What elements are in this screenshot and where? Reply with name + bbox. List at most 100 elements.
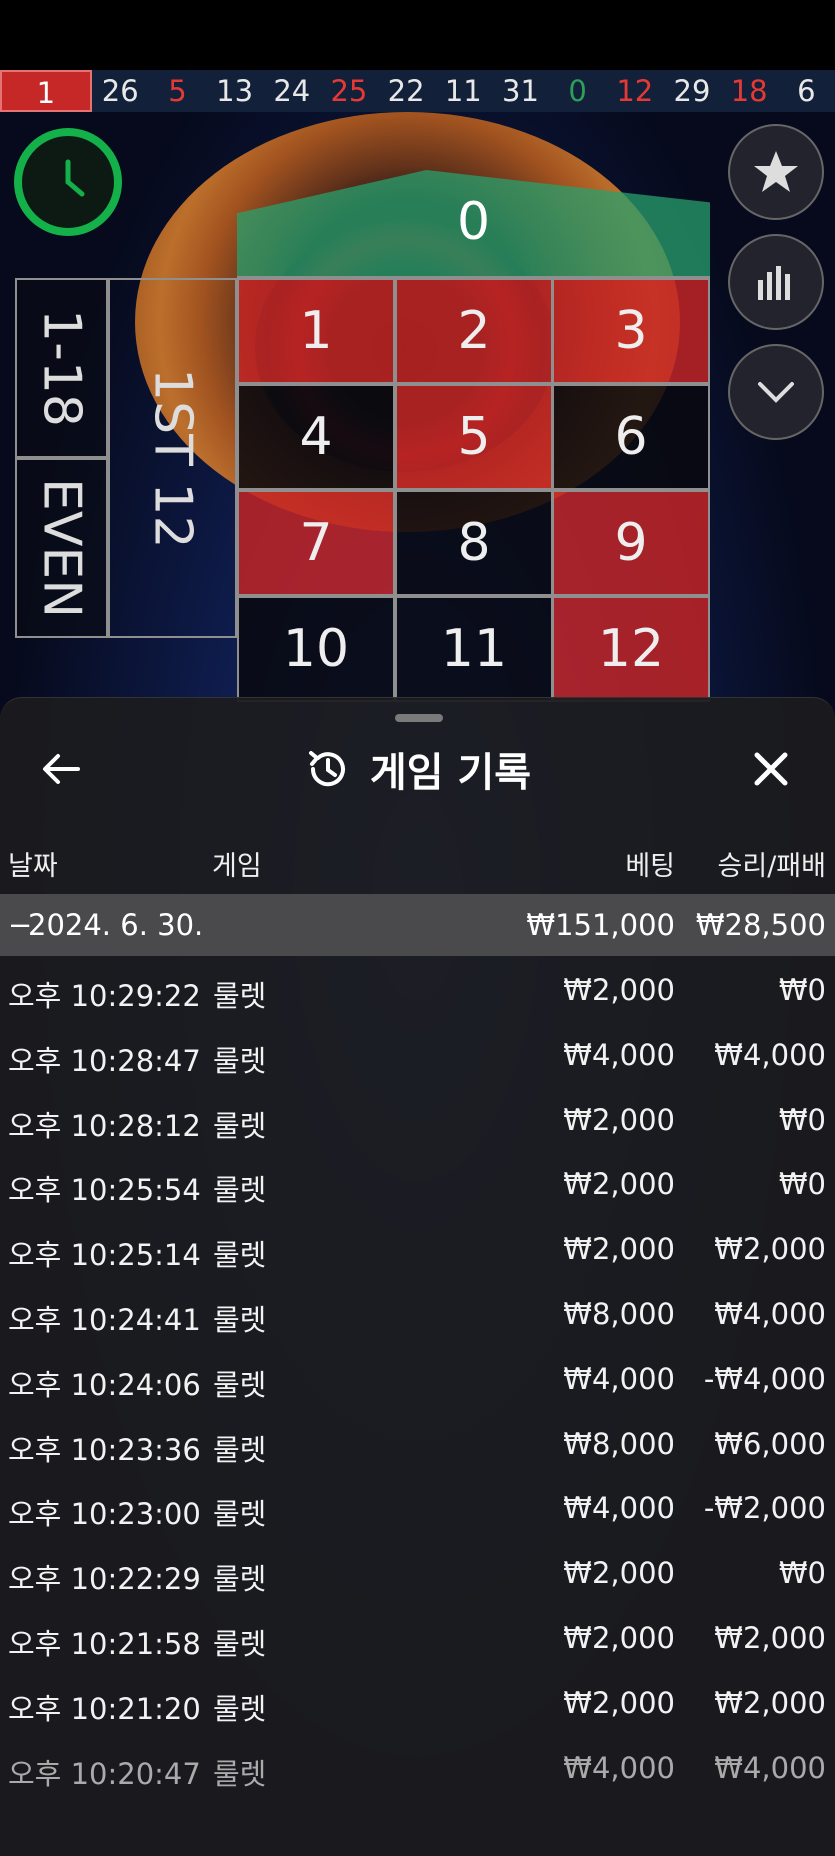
history-result: ₩4,000 xyxy=(714,1037,826,1072)
close-button[interactable] xyxy=(746,744,796,794)
history-bet: ₩2,000 xyxy=(563,1620,675,1655)
star-icon xyxy=(754,151,798,192)
column-game: 게임 xyxy=(212,851,262,882)
result-number: 18 xyxy=(730,74,768,108)
result-number: 1 xyxy=(0,70,92,112)
result-number: 12 xyxy=(616,74,654,108)
bet-first-dozen[interactable]: 1ST 12 xyxy=(108,278,237,638)
history-game: 룰렛 xyxy=(213,1302,267,1337)
result-number: 26 xyxy=(101,74,139,108)
history-time: 오후 10:28:12 xyxy=(8,1108,201,1143)
history-result: ₩0 xyxy=(778,973,826,1007)
bet-low-label: 1-18 xyxy=(31,308,92,427)
clock-icon xyxy=(65,159,85,197)
history-row[interactable]: 오후 10:24:06 룰렛 ₩4,000 -₩4,000 xyxy=(0,1345,835,1410)
bet-cell-number[interactable]: 10 xyxy=(237,596,395,702)
history-row[interactable]: 오후 10:28:12 룰렛 ₩2,000 ₩0 xyxy=(0,1086,835,1151)
history-bet: ₩2,000 xyxy=(563,1167,675,1202)
bet-cell-zero[interactable]: 0 xyxy=(237,170,710,278)
result-number: 0 xyxy=(568,74,587,108)
history-game: 룰렛 xyxy=(213,1497,267,1532)
history-bet: ₩4,000 xyxy=(563,1491,675,1526)
history-game: 룰렛 xyxy=(213,1108,267,1143)
history-result: ₩0 xyxy=(778,1167,826,1202)
countdown-timer xyxy=(14,128,122,236)
history-game: 룰렛 xyxy=(213,1043,267,1078)
history-row[interactable]: 오후 10:20:47 룰렛 ₩4,000 ₩4,000 xyxy=(0,1734,835,1799)
column-bet: 베팅 xyxy=(625,851,675,882)
bet-cell-number[interactable]: 2 xyxy=(395,278,553,384)
result-number: 24 xyxy=(273,74,311,108)
history-time: 오후 10:22:29 xyxy=(8,1562,201,1597)
history-game: 룰렛 xyxy=(213,1626,267,1661)
sheet-drag-handle[interactable] xyxy=(395,714,443,722)
favorite-button[interactable] xyxy=(728,124,824,220)
chevron-down-icon xyxy=(758,382,794,403)
history-time: 오후 10:25:54 xyxy=(8,1173,201,1208)
column-date: 날짜 xyxy=(8,851,58,882)
history-list: 오후 10:29:22 룰렛 ₩2,000 ₩0 오후 10:28:47 룰렛 ₩4,000… xyxy=(0,956,835,1798)
history-row[interactable]: 오후 10:23:00 룰렛 ₩4,000 -₩2,000 xyxy=(0,1474,835,1539)
bet-cell-zero-label: 0 xyxy=(456,192,491,252)
history-result: ₩2,000 xyxy=(714,1620,826,1655)
game-history-sheet: 게임 기록 날짜 게임 베팅 승리/패배 − 2024. 6. 30. ₩151… xyxy=(0,697,835,1856)
history-time: 오후 10:29:22 xyxy=(8,979,201,1013)
history-bet: ₩8,000 xyxy=(563,1426,675,1461)
bet-cell-number[interactable]: 7 xyxy=(237,490,395,596)
history-result: ₩4,000 xyxy=(714,1296,826,1331)
history-row[interactable]: 오후 10:21:58 룰렛 ₩2,000 ₩2,000 xyxy=(0,1604,835,1669)
result-number: 6 xyxy=(797,74,816,108)
collapse-button[interactable] xyxy=(728,344,824,440)
statistics-button[interactable] xyxy=(728,234,824,330)
bet-even[interactable]: EVEN xyxy=(15,458,108,638)
bet-cell-number[interactable]: 8 xyxy=(395,490,553,596)
history-row[interactable]: 오후 10:29:22 룰렛 ₩2,000 ₩0 xyxy=(0,956,835,1021)
history-time: 오후 10:20:47 xyxy=(8,1756,201,1791)
history-result: ₩2,000 xyxy=(714,1232,826,1267)
sheet-title-text: 게임 기록 xyxy=(369,750,532,796)
betting-board: 0 1-18 EVEN 1ST 12 1 2 3 4 5 6 7 8 9 10 11 12 xyxy=(15,170,710,710)
history-row[interactable]: 오후 10:22:29 룰렛 ₩2,000 ₩0 xyxy=(0,1539,835,1604)
history-result: ₩0 xyxy=(778,1102,826,1137)
bet-low-1-18[interactable]: 1-18 xyxy=(15,278,108,458)
bet-cell-number[interactable]: 12 xyxy=(552,596,710,702)
day-total-result: ₩28,500 xyxy=(695,908,826,942)
history-row[interactable]: 오후 10:23:36 룰렛 ₩8,000 ₩6,000 xyxy=(0,1410,835,1475)
history-result: ₩4,000 xyxy=(714,1750,826,1785)
history-time: 오후 10:28:47 xyxy=(8,1043,201,1078)
history-time: 오후 10:21:20 xyxy=(8,1691,201,1726)
day-summary-row[interactable]: − 2024. 6. 30. ₩151,000 ₩28,500 xyxy=(0,894,835,956)
bet-cell-number[interactable]: 11 xyxy=(395,596,553,702)
bet-cell-number[interactable]: 4 xyxy=(237,384,395,490)
bet-even-label: EVEN xyxy=(31,477,92,619)
history-game: 룰렛 xyxy=(213,1238,267,1273)
history-bet: ₩4,000 xyxy=(563,1037,675,1072)
history-result: ₩0 xyxy=(778,1556,826,1591)
result-number: 31 xyxy=(502,74,539,108)
bet-cell-number[interactable]: 1 xyxy=(237,278,395,384)
history-result: ₩2,000 xyxy=(714,1685,826,1720)
history-row[interactable]: 오후 10:28:47 룰렛 ₩4,000 ₩4,000 xyxy=(0,1021,835,1086)
history-column-headers: 날짜 게임 베팅 승리/패배 xyxy=(0,834,835,884)
history-row[interactable]: 오후 10:21:20 룰렛 ₩2,000 ₩2,000 xyxy=(0,1669,835,1734)
history-row[interactable]: 오후 10:24:41 룰렛 ₩8,000 ₩4,000 xyxy=(0,1280,835,1345)
close-icon xyxy=(754,752,788,786)
history-row[interactable]: 오후 10:25:14 룰렛 ₩2,000 ₩2,000 xyxy=(0,1215,835,1280)
history-bet: ₩2,000 xyxy=(563,1102,675,1137)
history-row[interactable]: 오후 10:25:54 룰렛 ₩2,000 ₩0 xyxy=(0,1150,835,1215)
history-game: 룰렛 xyxy=(213,1173,267,1208)
bet-cell-number[interactable]: 9 xyxy=(552,490,710,596)
history-time: 오후 10:25:14 xyxy=(8,1238,201,1273)
bar-chart-icon xyxy=(758,266,790,300)
bet-cell-number[interactable]: 5 xyxy=(395,384,553,490)
column-result: 승리/패배 xyxy=(717,851,826,882)
result-number: 22 xyxy=(387,74,425,108)
bet-cell-number[interactable]: 6 xyxy=(552,384,710,490)
status-bar xyxy=(0,0,835,70)
history-game: 룰렛 xyxy=(213,979,267,1013)
bet-cell-number[interactable]: 3 xyxy=(552,278,710,384)
history-time: 오후 10:23:00 xyxy=(8,1497,201,1532)
history-time: 오후 10:24:06 xyxy=(8,1367,201,1402)
history-result: ₩6,000 xyxy=(714,1426,826,1461)
history-game: 룰렛 xyxy=(213,1432,267,1467)
